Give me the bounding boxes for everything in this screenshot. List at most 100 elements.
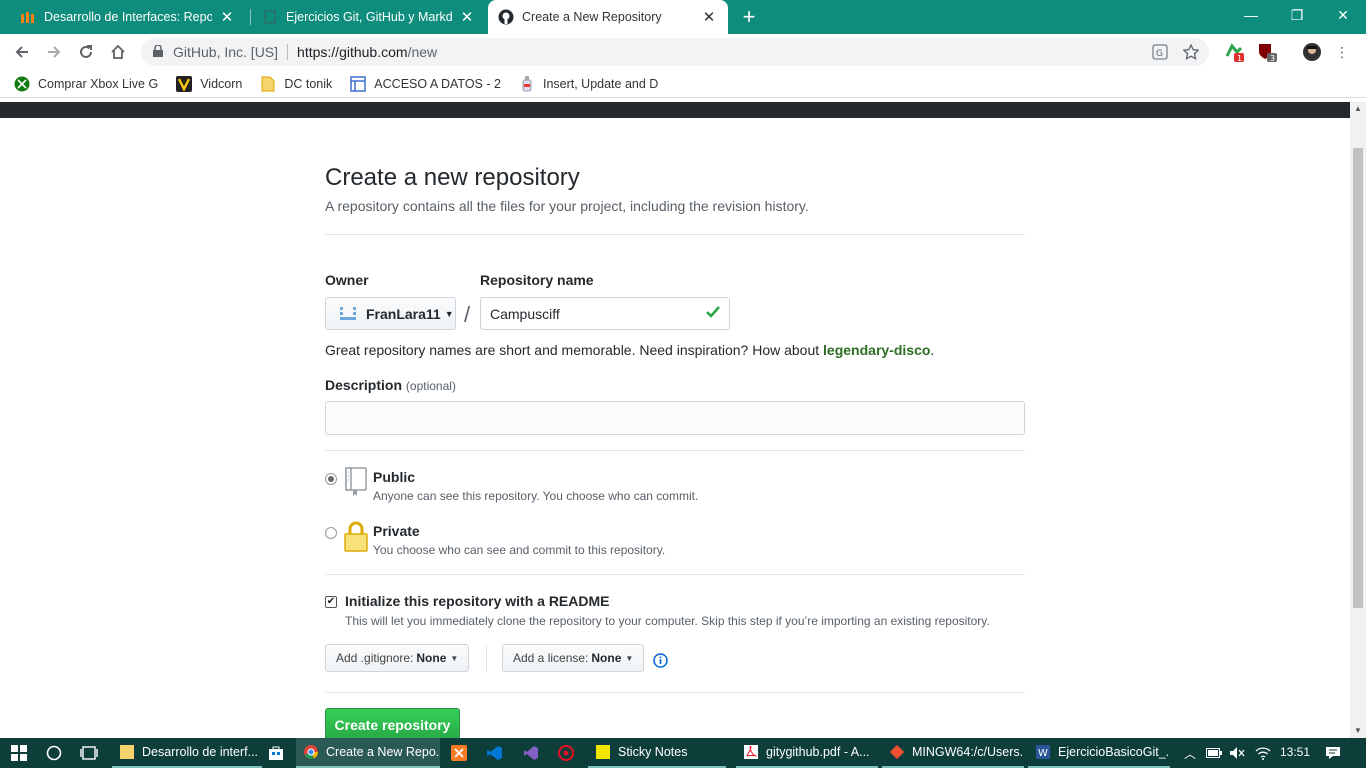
owner-avatar-icon — [339, 306, 357, 322]
taskbar-app-chrome[interactable]: Create a New Repo... — [296, 738, 440, 768]
gitignore-value: None — [416, 651, 447, 665]
readme-checkbox[interactable]: ✔ — [325, 596, 337, 608]
bookmark-vidcorn[interactable]: Vidcorn — [176, 75, 243, 92]
owner-repo-slash: / — [464, 302, 471, 327]
readme-label[interactable]: Initialize this repository with a README — [345, 593, 609, 609]
badge-count: 3 — [1270, 54, 1275, 62]
speaker-muted-icon[interactable] — [1227, 743, 1247, 763]
select-separator — [486, 645, 487, 671]
reload-icon[interactable] — [74, 40, 98, 64]
sticky-note-icon — [120, 745, 134, 759]
bookmark-insert-update[interactable]: Insert, Update and D — [519, 75, 659, 92]
xbox-icon — [14, 76, 30, 92]
hint-text: Great repository names are short and mem… — [325, 342, 824, 358]
menu-dots-icon[interactable]: ⋮ — [1332, 42, 1352, 62]
search-icon[interactable] — [44, 743, 64, 763]
close-window-icon[interactable]: ✕ — [1320, 0, 1366, 30]
taskbar-app-desarrollo[interactable]: Desarrollo de interf... — [112, 738, 262, 768]
description-input[interactable] — [325, 401, 1025, 435]
gitignore-select[interactable]: Add .gitignore: None ▼ — [325, 644, 470, 672]
repo-name-input[interactable]: Campusciff — [480, 297, 730, 330]
battery-icon[interactable] — [1204, 743, 1224, 763]
bookmark-label: Comprar Xbox Live G — [38, 76, 159, 91]
xampp-icon[interactable] — [449, 743, 469, 763]
lock-icon — [153, 44, 163, 60]
owner-value: FranLara11 — [366, 305, 441, 322]
app-red-icon[interactable] — [556, 743, 576, 763]
github-header-bar — [0, 102, 1350, 118]
close-icon[interactable]: ✕ — [700, 8, 718, 26]
scroll-down-icon[interactable]: ▼ — [1350, 724, 1366, 738]
clock[interactable]: 13:51 — [1280, 745, 1310, 759]
wifi-icon[interactable] — [1253, 743, 1273, 763]
bookmark-acceso-datos[interactable]: ACCESO A DATOS - 2 — [350, 75, 501, 92]
back-icon[interactable] — [10, 40, 34, 64]
bookmark-label: Insert, Update and D — [542, 76, 659, 91]
sticky-note-icon — [596, 745, 610, 759]
translate-icon[interactable]: G — [1150, 42, 1170, 62]
vscode-icon[interactable] — [485, 743, 505, 763]
github-icon — [498, 9, 514, 25]
taskbar-app-sticky-notes[interactable]: Sticky Notes — [588, 738, 726, 768]
taskbar-app-label: Create a New Repo... — [326, 745, 440, 759]
forward-icon[interactable] — [42, 40, 66, 64]
taskbar-app-pdf[interactable]: gitygithub.pdf - A... — [736, 738, 878, 768]
tab-desarrollo-interfaces[interactable]: Desarrollo de Interfaces: Reposito ✕ — [10, 0, 246, 34]
owner-select[interactable]: FranLara11 ▼ — [325, 297, 456, 330]
word-icon: W — [1036, 745, 1050, 759]
profile-avatar-icon[interactable] — [1302, 42, 1322, 62]
folder-icon — [260, 76, 276, 92]
chevron-up-icon[interactable]: ︿ — [1180, 743, 1200, 763]
chevron-down-icon: ▼ — [444, 308, 454, 319]
tab-title: Create a New Repository — [522, 10, 662, 24]
info-icon[interactable] — [653, 653, 668, 673]
bottle-icon — [519, 75, 535, 92]
chevron-down-icon: ▼ — [625, 653, 634, 663]
vidcorn-icon — [176, 75, 193, 92]
restore-icon[interactable]: ❐ — [1274, 0, 1320, 30]
page-scrollbar[interactable]: ▲ ▼ — [1350, 102, 1366, 738]
windows-start-icon[interactable] — [9, 743, 29, 763]
visual-studio-icon[interactable] — [521, 743, 541, 763]
license-select[interactable]: Add a license: None ▼ — [502, 644, 645, 672]
create-repository-button[interactable]: Create repository — [325, 708, 460, 742]
optional-text: (optional) — [405, 379, 456, 393]
divider — [325, 450, 1025, 451]
taskbar-app-word[interactable]: W EjercicioBasicoGit_... — [1028, 738, 1170, 768]
tab-strip: Desarrollo de Interfaces: Reposito ✕ Eje… — [0, 0, 1366, 34]
extension-icon-green[interactable]: 1 — [1224, 42, 1244, 62]
taskbar-app-label: Desarrollo de interf... — [142, 745, 259, 759]
private-radio[interactable] — [325, 527, 337, 539]
url-text: https://github.com/new — [297, 44, 437, 60]
new-tab-button[interactable]: + — [736, 4, 762, 30]
star-icon[interactable] — [1181, 42, 1201, 62]
close-icon[interactable]: ✕ — [218, 8, 236, 26]
name-suggestion-link[interactable]: legendary-disco — [823, 342, 930, 358]
bookmark-xbox[interactable]: Comprar Xbox Live G — [14, 76, 158, 92]
url-host: https://github.com — [297, 44, 408, 60]
tab-create-new-repository[interactable]: Create a New Repository ✕ — [488, 0, 728, 34]
license-label: Add a license: — [513, 651, 589, 665]
lock-icon — [344, 521, 368, 558]
home-icon[interactable] — [106, 40, 130, 64]
scroll-up-icon[interactable]: ▲ — [1350, 102, 1366, 116]
minimize-icon[interactable]: — — [1228, 0, 1274, 30]
tab-ejercicios-git[interactable]: Ejercicios Git, GitHub y Markdown ✕ — [252, 0, 486, 34]
public-title: Public — [373, 469, 416, 485]
store-icon[interactable] — [266, 743, 286, 763]
doc-icon — [262, 9, 278, 25]
address-bar[interactable]: GitHub, Inc. [US] https://github.com/new — [141, 38, 1209, 66]
close-icon[interactable]: ✕ — [458, 8, 476, 26]
hint-end: . — [930, 342, 935, 358]
bookmark-dc-tonik[interactable]: DC tonik — [260, 76, 332, 92]
repo-name-value: Campusciff — [490, 305, 560, 322]
ublock-icon[interactable]: 3 — [1257, 42, 1277, 62]
notification-icon[interactable] — [1323, 743, 1343, 763]
scrollbar-thumb[interactable] — [1353, 148, 1363, 608]
task-view-icon[interactable] — [79, 743, 99, 763]
taskbar-app-mingw[interactable]: MINGW64:/c/Users... — [882, 738, 1024, 768]
description-label: Description (optional) — [325, 377, 456, 393]
bookmarks-bar: Comprar Xbox Live G Vidcorn DC tonik ACC… — [0, 70, 1366, 98]
public-radio[interactable] — [325, 473, 337, 485]
bookmark-label: Vidcorn — [200, 76, 243, 91]
